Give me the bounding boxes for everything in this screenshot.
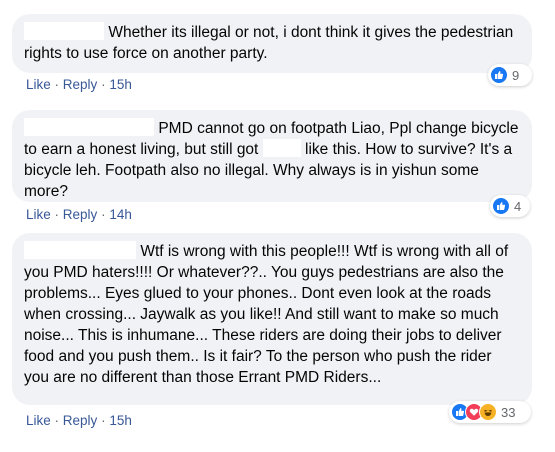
reply-link[interactable]: Reply <box>63 207 98 222</box>
reaction-count: 4 <box>514 198 522 214</box>
reaction-summary[interactable]: 4 <box>490 195 530 217</box>
comment-bubble: PMD cannot go on footpath Liao, Ppl chan… <box>12 110 532 202</box>
comment-actions: Like · Reply · 15h <box>26 77 132 92</box>
redacted-word <box>262 139 301 157</box>
comment-2: PMD cannot go on footpath Liao, Ppl chan… <box>12 110 532 202</box>
reaction-count: 33 <box>501 404 516 420</box>
separator: · <box>54 207 60 222</box>
timestamp[interactable]: 14h <box>109 207 132 222</box>
reply-link[interactable]: Reply <box>63 77 98 92</box>
separator: · <box>101 77 106 92</box>
redacted-author-name <box>24 241 136 259</box>
redacted-author-name <box>24 22 104 40</box>
like-link[interactable]: Like <box>26 413 51 428</box>
comment-actions: Like · Reply · 15h <box>26 413 132 428</box>
haha-icon <box>479 403 497 421</box>
reaction-summary[interactable]: 9 <box>488 64 532 86</box>
comment-1: Whether its illegal or not, i dont think… <box>12 14 532 73</box>
comment-bubble: Whether its illegal or not, i dont think… <box>12 14 532 73</box>
separator: · <box>101 207 106 222</box>
comment-bubble: Wtf is wrong with this people!!! Wtf is … <box>12 233 532 405</box>
separator: · <box>101 413 106 428</box>
like-icon <box>490 66 508 84</box>
comment-actions: Like · Reply · 14h <box>26 207 132 222</box>
comment-3: Wtf is wrong with this people!!! Wtf is … <box>12 233 532 405</box>
reaction-summary[interactable]: 33 <box>449 401 531 423</box>
separator: · <box>54 413 60 428</box>
timestamp[interactable]: 15h <box>109 413 132 428</box>
timestamp[interactable]: 15h <box>109 77 132 92</box>
reaction-count: 9 <box>512 67 520 83</box>
redacted-author-name <box>24 118 154 136</box>
separator: · <box>54 77 60 92</box>
like-link[interactable]: Like <box>26 77 51 92</box>
reply-link[interactable]: Reply <box>63 413 98 428</box>
like-link[interactable]: Like <box>26 207 51 222</box>
like-icon <box>492 197 510 215</box>
comment-text: Wtf is wrong with this people!!! Wtf is … <box>24 243 509 386</box>
